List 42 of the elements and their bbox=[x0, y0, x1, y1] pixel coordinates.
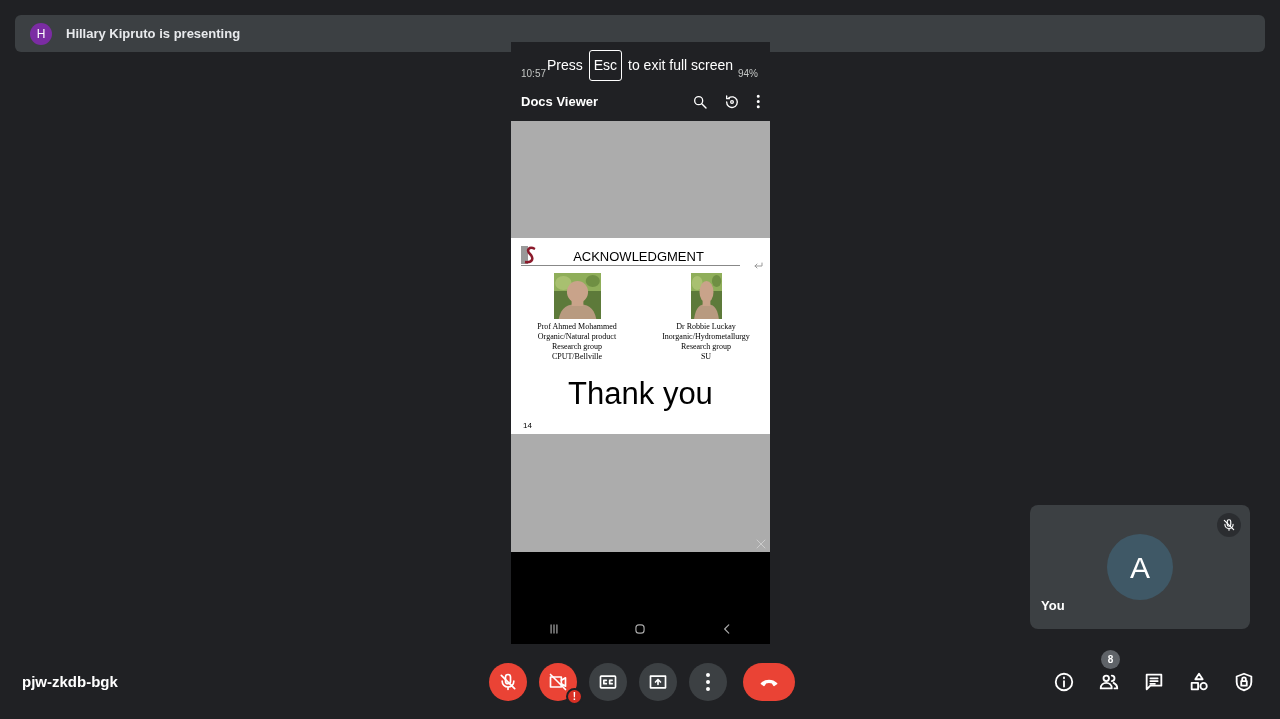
activities-button[interactable] bbox=[1188, 671, 1210, 693]
more-icon bbox=[755, 94, 760, 109]
status-time: 10:57 bbox=[521, 67, 547, 81]
mic-off-icon bbox=[498, 672, 518, 692]
battery-level: 94% bbox=[738, 67, 758, 81]
person-caption: Prof Ahmed Mohammed Organic/Natural product Research group CPUT/Bellville bbox=[537, 322, 617, 362]
present-icon bbox=[648, 672, 668, 692]
avatar: A bbox=[1107, 534, 1173, 600]
participant-name: You bbox=[1041, 596, 1065, 615]
presenter-label: Hillary Kipruto is presenting bbox=[66, 24, 241, 43]
count-badge: 8 bbox=[1101, 650, 1120, 669]
shield-lock-icon bbox=[1233, 671, 1255, 693]
mic-button[interactable] bbox=[489, 663, 527, 701]
meeting-code: pjw-zkdb-bgk bbox=[22, 673, 118, 690]
warning-badge: ! bbox=[566, 688, 583, 705]
closing-text: Thank you bbox=[567, 376, 714, 412]
shapes-icon bbox=[1188, 671, 1210, 693]
info-icon bbox=[1053, 671, 1075, 693]
rotate-icon bbox=[723, 93, 740, 110]
captions-icon bbox=[598, 672, 618, 692]
hint-text: to exit full screen bbox=[628, 55, 734, 75]
page-number: 14 bbox=[523, 420, 532, 432]
search-icon bbox=[691, 93, 708, 110]
person-caption: Dr Robbie Luckay Inorganic/Hydrometallurgy Research group SU bbox=[662, 322, 750, 362]
chat-icon bbox=[1143, 671, 1165, 693]
slide-title: ACKNOWLEDGMENT bbox=[572, 250, 705, 264]
logo-icon bbox=[521, 246, 537, 264]
home-icon bbox=[633, 622, 648, 636]
camera-off-icon bbox=[548, 672, 568, 692]
chat-button[interactable] bbox=[1143, 671, 1165, 693]
present-button[interactable] bbox=[639, 663, 677, 701]
hint-text: Press bbox=[546, 55, 583, 75]
mic-off-icon bbox=[1222, 518, 1236, 532]
host-button[interactable] bbox=[1233, 671, 1255, 693]
more-icon bbox=[705, 672, 711, 692]
app-title: Docs Viewer bbox=[521, 92, 600, 111]
info-button[interactable] bbox=[1053, 671, 1075, 693]
captions-button[interactable] bbox=[589, 663, 627, 701]
leave-button[interactable] bbox=[743, 663, 795, 701]
more-button[interactable] bbox=[689, 663, 727, 701]
esc-key: Esc bbox=[588, 49, 623, 81]
avatar: H bbox=[30, 22, 52, 45]
